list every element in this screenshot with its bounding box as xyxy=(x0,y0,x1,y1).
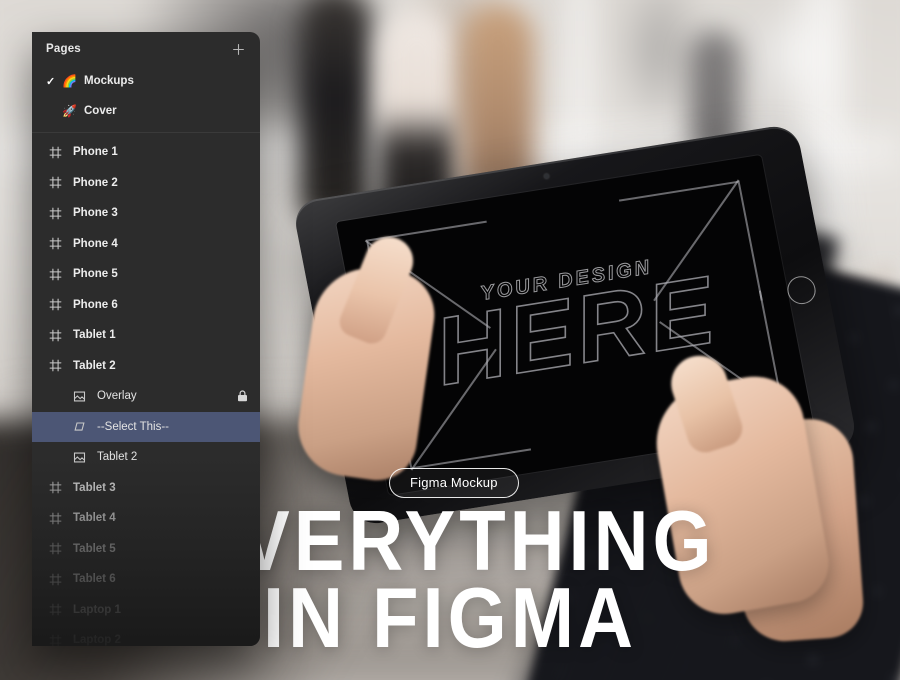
layer-item-label: Laptop 1 xyxy=(73,603,121,616)
plus-icon[interactable] xyxy=(228,39,248,59)
figma-layers-panel: Pages ✓ 🌈 Mockups 🚀 Cover Phone 1 Phone 2 Phon… xyxy=(32,32,260,646)
layer-item-overlay[interactable]: Overlay xyxy=(32,381,260,412)
image-icon xyxy=(70,448,88,466)
tablet-home-button xyxy=(785,274,819,307)
layer-item-phone-1[interactable]: Phone 1 xyxy=(32,137,260,168)
slice-icon xyxy=(70,418,88,436)
pages-title: Pages xyxy=(46,43,81,55)
layer-item-label: Phone 3 xyxy=(73,207,118,220)
layer-item-label: Tablet 4 xyxy=(73,512,116,525)
page-emoji-icon: 🌈 xyxy=(62,74,77,88)
page-emoji-icon: 🚀 xyxy=(62,104,77,118)
layer-item-phone-2[interactable]: Phone 2 xyxy=(32,168,260,199)
tablet-camera-icon xyxy=(543,173,550,180)
frame-icon xyxy=(46,601,64,619)
frame-icon xyxy=(46,357,64,375)
layer-item-label: Tablet 6 xyxy=(73,573,116,586)
lock-icon[interactable] xyxy=(237,390,248,402)
layer-item-tablet-3[interactable]: Tablet 3 xyxy=(32,473,260,504)
frame-icon xyxy=(46,479,64,497)
layer-item-tablet-2[interactable]: Tablet 2 xyxy=(32,442,260,473)
layer-item-tablet-2[interactable]: Tablet 2 xyxy=(32,351,260,382)
page-item-label: Cover xyxy=(84,105,117,117)
frame-icon xyxy=(46,540,64,558)
layer-item-tablet-5[interactable]: Tablet 5 xyxy=(32,534,260,565)
layer-item-laptop-2[interactable]: Laptop 2 xyxy=(32,625,260,646)
page-item-cover[interactable]: 🚀 Cover xyxy=(32,96,260,126)
layer-item-label: Laptop 2 xyxy=(73,634,121,646)
layer-item-label: Phone 4 xyxy=(73,237,118,250)
layer-item-tablet-4[interactable]: Tablet 4 xyxy=(32,503,260,534)
frame-icon xyxy=(46,204,64,222)
layer-item-tablet-1[interactable]: Tablet 1 xyxy=(32,320,260,351)
frame-icon xyxy=(46,235,64,253)
layer-list: Phone 1 Phone 2 Phone 3 Phone 4 Phone 5 Phone… xyxy=(32,133,260,646)
layer-item-label: Tablet 2 xyxy=(97,451,138,464)
layer-item-phone-6[interactable]: Phone 6 xyxy=(32,290,260,321)
layer-item-label: Tablet 3 xyxy=(73,481,116,494)
layer-item-label: Phone 2 xyxy=(73,176,118,189)
layer-item-select-this[interactable]: --Select This-- xyxy=(32,411,260,442)
layer-item-laptop-1[interactable]: Laptop 1 xyxy=(32,595,260,626)
frame-icon xyxy=(46,265,64,283)
layer-item-phone-4[interactable]: Phone 4 xyxy=(32,229,260,260)
layer-item-label: Overlay xyxy=(97,390,137,403)
layer-item-label: Phone 1 xyxy=(73,146,118,159)
pages-header: Pages xyxy=(32,32,260,66)
screenshot-root: YOUR DESIGN HERE Figma Mockup EVERYTHING… xyxy=(0,0,900,680)
tablet-mockup: YOUR DESIGN HERE xyxy=(291,123,880,644)
frame-icon xyxy=(46,631,64,646)
layer-item-label: Phone 6 xyxy=(73,298,118,311)
check-icon: ✓ xyxy=(46,75,56,88)
frame-icon xyxy=(46,296,64,314)
frame-icon xyxy=(46,326,64,344)
layer-item-label: Tablet 1 xyxy=(73,329,116,342)
frame-icon xyxy=(46,509,64,527)
layer-item-tablet-6[interactable]: Tablet 6 xyxy=(32,564,260,595)
frame-icon xyxy=(46,143,64,161)
layer-item-phone-3[interactable]: Phone 3 xyxy=(32,198,260,229)
layer-item-label: Phone 5 xyxy=(73,268,118,281)
image-icon xyxy=(70,387,88,405)
frame-icon xyxy=(46,570,64,588)
frame-icon xyxy=(46,174,64,192)
page-item-mockups[interactable]: ✓ 🌈 Mockups xyxy=(32,66,260,96)
layer-item-label: Tablet 5 xyxy=(73,542,116,555)
layer-item-phone-5[interactable]: Phone 5 xyxy=(32,259,260,290)
layer-item-label: Tablet 2 xyxy=(73,359,116,372)
page-item-label: Mockups xyxy=(84,75,134,87)
pages-list: ✓ 🌈 Mockups 🚀 Cover xyxy=(32,66,260,126)
layer-item-label: --Select This-- xyxy=(97,420,169,433)
